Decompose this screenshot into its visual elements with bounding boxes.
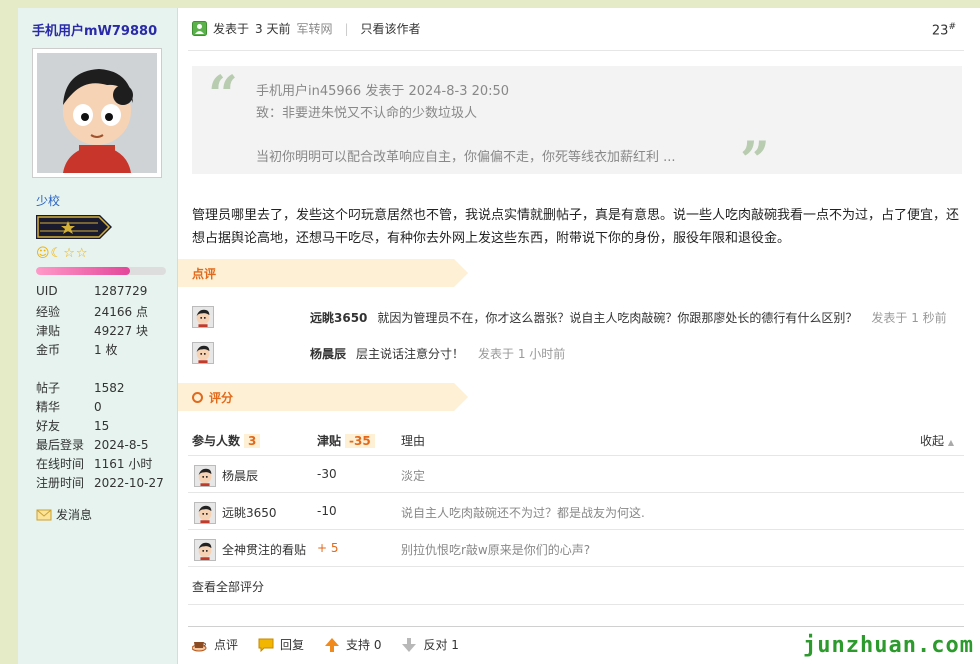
quote-block: “ 手机用户in45966 发表于 2024-8-3 20:50 致：非要进朱悦…: [192, 65, 962, 188]
comment-text: 层主说话注意分寸！: [356, 346, 465, 361]
rating-reason: 说自主人吃肉敲碗还不为过？都是战友为何这.: [401, 506, 645, 520]
posted-time: 3 天前: [255, 22, 291, 36]
rating-header: 评分: [178, 383, 468, 411]
quote-author-line: 手机用户in45966 发表于 2024-8-3 20:50: [256, 84, 510, 99]
rater-name-link[interactable]: 杨晨辰: [222, 467, 258, 484]
comments-title: 点评: [192, 266, 217, 281]
stat-digest: 精华 0: [36, 400, 102, 414]
rank-epaulet-icon: [36, 215, 112, 239]
participants-count: 3: [244, 434, 261, 448]
rater-avatar[interactable]: [194, 465, 216, 487]
site-watermark: junzhuan.com: [803, 633, 974, 658]
user-sidebar: 手机用户mW79880 少校 ☺☾☆☆ UID 1287729 经验 24166 点…: [18, 8, 178, 664]
oppose-button[interactable]: 反对 1: [401, 636, 459, 653]
rater-avatar[interactable]: [194, 502, 216, 524]
speech-bubble-icon: [258, 638, 274, 652]
divider: [188, 455, 964, 456]
stat-register-time: 注册时间 2022-10-27: [36, 476, 164, 490]
rank-title[interactable]: 少校: [36, 192, 60, 209]
stat-uid: UID 1287729: [36, 284, 148, 298]
participants-label: 参与人数 3: [192, 432, 261, 449]
stat-online-time: 在线时间 1161 小时: [36, 457, 153, 471]
quote-close-icon: ”: [740, 131, 770, 192]
arrow-down-icon: [402, 637, 417, 652]
rater-name-link[interactable]: 远眺3650: [222, 504, 277, 521]
post-body: 管理员哪里去了，发些这个叼玩意居然也不管，我说点实情就删帖子，真是有意思。说一些…: [192, 208, 960, 246]
quote-title-line: 致：非要进朱悦又不认命的少数垃圾人: [256, 106, 478, 121]
username-link[interactable]: 手机用户mW79880: [32, 20, 157, 39]
divider: [188, 492, 964, 493]
envelope-icon: [36, 509, 52, 520]
level-progress-bar: [36, 267, 166, 275]
stat-exp: 经验 24166 点: [36, 305, 148, 319]
collapse-button[interactable]: 收起 ▲: [920, 432, 954, 449]
comment-author-link[interactable]: 杨晨辰: [310, 345, 346, 362]
quote-excerpt-line: 当初你明明可以配合改革响应自主，你偏偏不走，你死等线衣加薪红利 ...: [256, 150, 676, 165]
reply-button[interactable]: 回复: [258, 636, 304, 653]
comment-author-link[interactable]: 远眺3650: [310, 309, 367, 326]
commenter-avatar[interactable]: [192, 306, 214, 328]
support-button[interactable]: 支持 0: [324, 636, 381, 653]
post-source: 军转网: [296, 22, 333, 36]
comment-item: 远眺3650 就因为管理员不在，你才这么嚣张？说自主人吃肉敲碗？你跟那廖处长的德…: [192, 306, 947, 328]
divider: [188, 566, 964, 567]
stat-posts: 帖子 1582: [36, 381, 125, 395]
allowance-label: 津贴 -35: [317, 432, 375, 449]
send-message-label: 发消息: [56, 508, 93, 522]
floor-number[interactable]: 23#: [932, 22, 956, 38]
comment-item: 杨晨辰 层主说话注意分寸！ 发表于 1 小时前: [192, 342, 565, 364]
rating-reason: 别拉仇恨吃r敲w原来是你们的心声?: [401, 543, 591, 557]
post-content: 发表于 3 天前 军转网 | 只看该作者 23# “ 手机用户in45966 发…: [178, 8, 980, 664]
comment-button[interactable]: 点评: [192, 636, 238, 653]
arrow-up-icon: [325, 637, 340, 652]
level-stars-icon: ☺☾☆☆: [36, 246, 89, 261]
stat-friends: 好友 15: [36, 419, 110, 433]
separator: |: [344, 21, 349, 36]
online-status-icon: [192, 21, 207, 36]
divider: [188, 50, 964, 51]
only-author-link[interactable]: 只看该作者: [361, 20, 421, 37]
rater-avatar[interactable]: [194, 539, 216, 561]
send-message-button[interactable]: 发消息: [36, 506, 92, 523]
coffee-cup-icon: [192, 641, 207, 651]
chevron-up-icon: ▲: [947, 438, 954, 447]
divider: [188, 604, 964, 605]
stat-allowance: 津贴 49227 块: [36, 324, 148, 338]
rating-circle-icon: [192, 391, 203, 403]
post-actions: 点评 回复 支持 0 反对 1: [192, 636, 479, 653]
level-progress-fill: [36, 267, 130, 275]
comment-text: 就因为管理员不在，你才这么嚣张？说自主人吃肉敲碗？你跟那廖处长的德行有什么区别？: [377, 310, 858, 325]
rating-score: -10: [317, 504, 337, 518]
avatar[interactable]: [32, 48, 162, 178]
stat-last-login: 最后登录 2024-8-5: [36, 438, 149, 452]
rater-name-link[interactable]: 全神贯注的看贴: [222, 541, 306, 558]
commenter-avatar[interactable]: [192, 342, 214, 364]
avatar-image: [37, 53, 157, 173]
allowance-total: -35: [345, 434, 375, 448]
rating-title: 评分: [209, 390, 234, 405]
rating-score: + 5: [317, 541, 339, 555]
rating-score: -30: [317, 467, 337, 481]
comments-header: 点评: [178, 259, 468, 287]
divider: [188, 529, 964, 530]
rating-reason: 淡定: [401, 469, 426, 483]
quote-open-icon: “: [208, 65, 238, 126]
stat-coins: 金币 1 枚: [36, 343, 118, 357]
post-meta: 发表于 3 天前 军转网 | 只看该作者: [192, 20, 421, 37]
comment-time: 发表于 1 小时前: [478, 346, 566, 361]
divider: [188, 626, 964, 627]
view-all-ratings-link[interactable]: 查看全部评分: [192, 578, 264, 595]
reason-label: 理由: [401, 434, 426, 448]
comment-time: 发表于 1 秒前: [871, 310, 947, 325]
posted-prefix: 发表于: [213, 22, 250, 36]
